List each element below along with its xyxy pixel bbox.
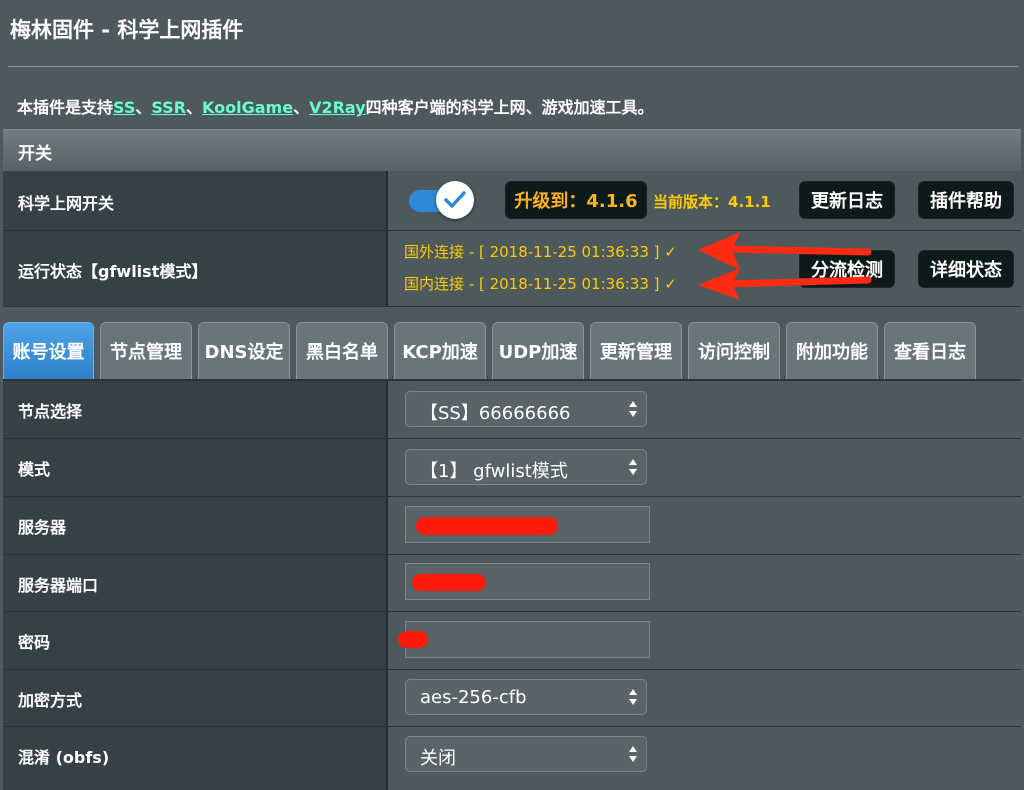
description-prefix: 本插件是支持: [17, 98, 114, 117]
tab-dns-settings[interactable]: DNS设定: [198, 322, 290, 379]
cipher-select-value: aes-256-cfb: [420, 687, 527, 708]
server-port-input[interactable]: [405, 563, 650, 600]
separator: 、: [293, 98, 310, 117]
switch-section-header: 开关: [3, 129, 1021, 171]
select-arrows-icon: [629, 689, 637, 705]
current-version: 当前版本：4.1.1: [653, 193, 771, 211]
annotation-arrows: [698, 232, 872, 300]
tab-account-settings[interactable]: 账号设置: [3, 322, 94, 379]
arrow-icon: [698, 268, 872, 300]
section-title: 开关: [18, 144, 52, 164]
cipher-select[interactable]: aes-256-cfb: [405, 679, 647, 715]
plugin-description: 本插件是支持SS、SSR、KoolGame、V2Ray四种客户端的科学上网、游戏…: [17, 94, 654, 118]
obfs-label: 混淆 (obfs): [18, 748, 110, 767]
server-label-cell: 服务器: [3, 497, 388, 554]
separator: 、: [135, 98, 152, 117]
mode-select-value: 【1】 gfwlist模式: [420, 461, 568, 482]
tab-view-log[interactable]: 查看日志: [884, 322, 976, 379]
cipher-label: 加密方式: [18, 691, 83, 710]
select-arrows-icon: [629, 746, 637, 762]
tab-extra-features[interactable]: 附加功能: [786, 322, 878, 379]
upgrade-button[interactable]: 升级到：4.1.6: [505, 181, 647, 219]
password-label-cell: 密码: [3, 612, 388, 669]
select-arrows-icon: [629, 459, 637, 475]
node-select[interactable]: 【SS】66666666: [405, 391, 647, 427]
status-label: 运行状态【gfwlist模式】: [18, 262, 208, 281]
port-label: 服务器端口: [18, 576, 99, 595]
tab-update-management[interactable]: 更新管理: [590, 322, 682, 379]
tab-access-control[interactable]: 访问控制: [688, 322, 780, 379]
obfs-label-cell: 混淆 (obfs): [3, 727, 388, 790]
redaction-mark: [412, 574, 486, 591]
switch-label-cell: 科学上网开关: [3, 171, 388, 230]
link-v2ray[interactable]: V2Ray: [309, 98, 366, 117]
link-ss[interactable]: SS: [113, 98, 135, 117]
tab-node-management[interactable]: 节点管理: [100, 322, 192, 379]
port-label-cell: 服务器端口: [3, 555, 388, 611]
title-bar: 梅林固件 - 科学上网插件: [0, 0, 1024, 66]
server-input[interactable]: [405, 506, 650, 543]
node-select-value: 【SS】66666666: [420, 403, 571, 424]
mode-select[interactable]: 【1】 gfwlist模式: [405, 449, 647, 485]
switch-label: 科学上网开关: [18, 194, 115, 213]
arrow-icon: [698, 232, 872, 270]
title-divider: [8, 66, 1018, 67]
tab-kcp-acceleration[interactable]: KCP加速: [394, 322, 486, 379]
description-suffix: 四种客户端的科学上网、游戏加速工具。: [365, 98, 654, 117]
obfs-select-value: 关闭: [420, 748, 456, 769]
plugin-help-button[interactable]: 插件帮助: [918, 181, 1014, 219]
link-ssr[interactable]: SSR: [151, 98, 186, 117]
domestic-connection-status: 国内连接 - [ 2018-11-25 01:36:33 ] ✓: [404, 275, 677, 293]
link-koolgame[interactable]: KoolGame: [202, 98, 293, 117]
node-label-cell: 节点选择: [3, 381, 388, 438]
detail-status-button[interactable]: 详细状态: [918, 250, 1014, 288]
mode-label: 模式: [18, 460, 51, 479]
redaction-mark: [416, 517, 558, 535]
redaction-mark: [398, 631, 428, 648]
proxy-toggle[interactable]: [406, 181, 476, 221]
foreign-connection-status: 国外连接 - [ 2018-11-25 01:36:33 ] ✓: [404, 243, 677, 261]
cipher-label-cell: 加密方式: [3, 670, 388, 726]
node-label: 节点选择: [18, 402, 83, 421]
tab-udp-acceleration[interactable]: UDP加速: [492, 322, 584, 379]
obfs-select[interactable]: 关闭: [405, 736, 647, 772]
status-label-cell: 运行状态【gfwlist模式】: [3, 231, 388, 306]
password-label: 密码: [18, 633, 51, 652]
toggle-knob: [436, 181, 474, 219]
changelog-button[interactable]: 更新日志: [799, 181, 895, 219]
password-input[interactable]: [398, 621, 650, 658]
tab-black-white-list[interactable]: 黑白名单: [296, 322, 388, 379]
separator: 、: [186, 98, 203, 117]
select-arrows-icon: [629, 401, 637, 417]
page-title: 梅林固件 - 科学上网插件: [10, 18, 244, 42]
check-icon: [444, 191, 466, 208]
server-label: 服务器: [18, 518, 67, 537]
mode-label-cell: 模式: [3, 439, 388, 496]
